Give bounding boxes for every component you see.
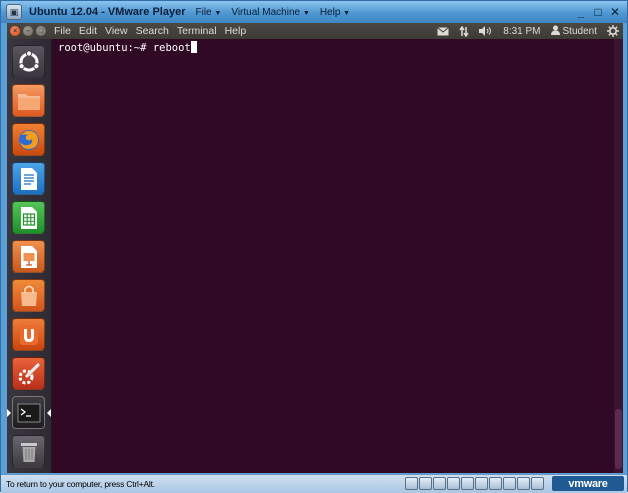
printer-icon[interactable] bbox=[475, 477, 488, 490]
status-message: To return to your computer, press Ctrl+A… bbox=[6, 479, 155, 489]
launcher-ubuntu-one[interactable] bbox=[12, 318, 45, 351]
terminal-menu-search[interactable]: Search bbox=[136, 25, 169, 37]
indicator-area: 8:31 PM Student bbox=[427, 23, 619, 39]
minimize-button[interactable]: _ bbox=[573, 4, 589, 19]
hard-disk-icon[interactable] bbox=[405, 477, 418, 490]
maximize-button[interactable]: □ bbox=[590, 4, 606, 19]
terminal-close-button[interactable]: × bbox=[10, 26, 20, 36]
vmware-status-bar: To return to your computer, press Ctrl+A… bbox=[1, 474, 627, 493]
device-icons bbox=[405, 477, 545, 490]
trash-icon bbox=[19, 440, 39, 464]
folder-icon bbox=[17, 90, 41, 112]
terminal-menu-view[interactable]: View bbox=[105, 25, 128, 37]
launcher-system-settings[interactable] bbox=[12, 357, 45, 390]
ubuntu-one-icon bbox=[18, 323, 40, 347]
launcher-libreoffice-impress[interactable] bbox=[12, 240, 45, 273]
scrollbar-thumb[interactable] bbox=[615, 409, 622, 469]
close-button[interactable]: ✕ bbox=[607, 4, 623, 19]
vmware-menu-help[interactable]: Help ▼ bbox=[320, 7, 352, 18]
display-icon[interactable] bbox=[503, 477, 516, 490]
settings-wrench-icon bbox=[17, 362, 41, 386]
unity-mode-icon[interactable] bbox=[531, 477, 544, 490]
user-icon bbox=[550, 25, 560, 38]
running-indicator-arrow bbox=[7, 409, 11, 417]
window-title: Ubuntu 12.04 - VMware Player bbox=[29, 6, 186, 18]
chevron-down-icon: ▼ bbox=[343, 9, 351, 17]
user-name: Student bbox=[562, 25, 597, 37]
writer-icon bbox=[19, 167, 39, 191]
launcher-firefox[interactable] bbox=[12, 123, 45, 156]
launcher-terminal[interactable] bbox=[12, 396, 45, 429]
terminal-menu-terminal[interactable]: Terminal bbox=[177, 25, 217, 37]
firefox-icon bbox=[17, 128, 41, 152]
terminal-maximize-button[interactable]: □ bbox=[36, 26, 46, 36]
vmware-menu-virtual-machine[interactable]: Virtual Machine ▼ bbox=[231, 7, 311, 18]
launcher-trash[interactable] bbox=[12, 435, 45, 468]
ubuntu-top-panel: × – □ File Edit View Search Terminal Hel… bbox=[7, 23, 623, 39]
chevron-down-icon: ▼ bbox=[302, 9, 310, 17]
launcher-libreoffice-writer[interactable] bbox=[12, 162, 45, 195]
vmware-app-icon: ▣ bbox=[6, 4, 22, 20]
terminal-menu-edit[interactable]: Edit bbox=[79, 25, 97, 37]
terminal-command-line: root@ubuntu:~# reboot bbox=[58, 41, 197, 54]
network-arrows-icon[interactable] bbox=[459, 25, 469, 37]
terminal-menu-help[interactable]: Help bbox=[225, 25, 247, 37]
terminal-output[interactable]: root@ubuntu:~# reboot bbox=[52, 39, 623, 473]
floppy-icon[interactable] bbox=[433, 477, 446, 490]
unity-launcher bbox=[7, 39, 52, 473]
speaker-icon[interactable] bbox=[479, 26, 493, 36]
sound-card-icon[interactable] bbox=[489, 477, 502, 490]
text-cursor bbox=[190, 41, 197, 53]
terminal-icon bbox=[17, 402, 41, 424]
shopping-bag-icon bbox=[18, 284, 40, 308]
cd-drive-icon[interactable] bbox=[419, 477, 432, 490]
network-adapter-icon[interactable] bbox=[447, 477, 460, 490]
power-gear-icon[interactable] bbox=[607, 25, 619, 37]
typed-command: reboot bbox=[152, 42, 191, 54]
launcher-home-folder[interactable] bbox=[12, 84, 45, 117]
clock[interactable]: 8:31 PM bbox=[503, 26, 540, 37]
terminal-minimize-button[interactable]: – bbox=[23, 26, 33, 36]
launcher-libreoffice-calc[interactable] bbox=[12, 201, 45, 234]
launcher-dash-home[interactable] bbox=[12, 45, 45, 78]
vmware-player-window: ▣ Ubuntu 12.04 - VMware Player File ▼ Vi… bbox=[0, 0, 628, 493]
shell-prompt: root@ubuntu:~# bbox=[58, 42, 153, 54]
terminal-menu-file[interactable]: File bbox=[54, 25, 71, 37]
vmware-menu: File ▼ Virtual Machine ▼ Help ▼ bbox=[196, 7, 361, 18]
vmware-logo: vmware bbox=[552, 476, 624, 491]
terminal-menubar: File Edit View Search Terminal Help bbox=[54, 25, 254, 37]
vmware-menu-file[interactable]: File ▼ bbox=[196, 7, 224, 18]
usb-icon[interactable] bbox=[461, 477, 474, 490]
envelope-icon[interactable] bbox=[437, 26, 450, 36]
impress-icon bbox=[19, 245, 39, 269]
ubuntu-logo-icon bbox=[17, 49, 41, 74]
guest-screen[interactable]: × – □ File Edit View Search Terminal Hel… bbox=[7, 23, 623, 473]
message-log-icon[interactable] bbox=[517, 477, 530, 490]
calc-icon bbox=[19, 206, 39, 230]
terminal-window-buttons: × – □ bbox=[10, 26, 49, 36]
user-menu[interactable]: Student bbox=[550, 25, 597, 38]
focused-indicator-arrow bbox=[47, 409, 51, 417]
chevron-down-icon: ▼ bbox=[214, 9, 222, 17]
window-controls: _ □ ✕ bbox=[572, 4, 623, 19]
terminal-scrollbar[interactable] bbox=[614, 39, 623, 473]
launcher-software-center[interactable] bbox=[12, 279, 45, 312]
vmware-titlebar: ▣ Ubuntu 12.04 - VMware Player File ▼ Vi… bbox=[1, 1, 627, 23]
